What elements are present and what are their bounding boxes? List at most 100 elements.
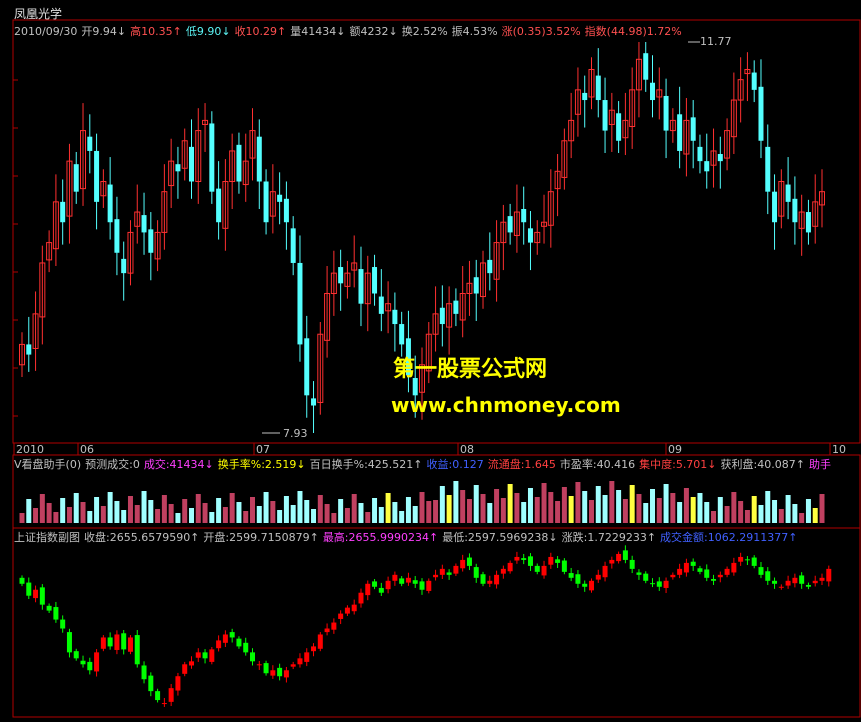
index-candle	[446, 572, 452, 575]
price-candle	[121, 258, 127, 274]
index-candle	[609, 559, 615, 564]
volume-bar	[751, 496, 757, 523]
volume-bar	[595, 486, 601, 523]
main-header-item: 量41434↓	[290, 25, 346, 38]
volume-bar	[616, 490, 622, 523]
volume-bar	[548, 492, 554, 523]
volume-header-item: 集中度:5.701↓	[639, 458, 717, 471]
index-candle	[819, 577, 825, 581]
volume-bar	[188, 508, 194, 523]
price-candle	[26, 344, 32, 355]
index-candle	[426, 580, 432, 591]
price-candle	[643, 53, 649, 80]
volume-bar	[405, 497, 411, 523]
price-candle	[805, 212, 811, 233]
index-candle	[351, 604, 357, 612]
volume-header-item: 获利盘:40.087↑	[720, 458, 805, 471]
low-price-label: 7.93	[283, 427, 308, 440]
index-candle	[731, 562, 737, 573]
index-candle	[324, 628, 330, 633]
price-candle	[677, 114, 683, 151]
index-candle	[575, 574, 581, 584]
volume-header-item: 预测成交:0	[85, 458, 140, 471]
x-axis-label: 2010	[16, 443, 44, 456]
volume-bar	[453, 481, 459, 523]
volume-bar	[161, 495, 167, 523]
volume-bar	[385, 493, 391, 523]
index-candles	[19, 545, 832, 707]
index-candle	[690, 561, 696, 566]
volume-bar	[460, 490, 466, 523]
volume-bar	[175, 513, 181, 523]
chart-window[interactable]: 2010 06 07 08 09 10 凤凰光学 2010/09/30 开9.94↓ 高10.…	[0, 0, 861, 718]
volume-bar	[799, 513, 805, 523]
volume-bar	[148, 500, 154, 523]
volume-bar	[60, 498, 66, 523]
price-candle	[372, 267, 378, 294]
volume-bar	[588, 500, 594, 523]
index-candle	[738, 556, 744, 562]
volume-bar	[534, 497, 540, 523]
price-candle	[582, 92, 588, 101]
index-candle	[209, 649, 215, 662]
price-candle	[527, 228, 533, 243]
index-candle	[534, 565, 540, 572]
price-candle	[765, 146, 771, 192]
index-candle	[582, 583, 588, 587]
index-candle	[466, 557, 472, 566]
volume-bar	[507, 484, 513, 523]
volume-bar	[412, 506, 418, 523]
index-header-item: 最高:2655.9990234↑	[322, 531, 439, 544]
index-candle	[216, 640, 222, 649]
price-candle	[439, 307, 445, 325]
price-candle	[290, 228, 296, 263]
x-axis-label: 10	[832, 443, 846, 456]
index-candle	[270, 670, 276, 676]
volume-bar	[805, 499, 811, 523]
volume-bar	[433, 500, 439, 523]
volume-header-item: 收益:0.127	[426, 458, 484, 471]
x-axis-label: 07	[256, 443, 270, 456]
index-candle	[46, 605, 52, 611]
index-candle	[317, 634, 323, 649]
index-candle	[283, 670, 289, 678]
price-candle	[188, 146, 194, 182]
index-header-item: 开盘:2599.7150879↑	[203, 531, 319, 544]
volume-bar	[677, 502, 683, 523]
index-candle	[419, 581, 425, 590]
price-candle	[236, 144, 242, 182]
volume-bar	[243, 511, 249, 523]
price-candle	[358, 269, 364, 304]
index-candle	[290, 664, 296, 667]
volume-bar	[358, 503, 364, 523]
volume-bar	[26, 499, 32, 523]
price-candle	[114, 219, 120, 253]
volume-bar	[372, 498, 378, 523]
index-candle	[148, 675, 154, 692]
price-candle	[717, 154, 723, 162]
high-price-label: 11.77	[700, 35, 732, 48]
price-candle	[399, 324, 405, 345]
price-candle	[107, 184, 113, 223]
index-candle	[358, 592, 364, 604]
volume-bar	[670, 493, 676, 523]
index-candle	[622, 550, 628, 560]
volume-bar	[66, 507, 72, 523]
main-header: 2010/09/30 开9.94↓ 高10.35↑ 低9.90↓ 收10.29↑ 量414…	[14, 25, 686, 38]
index-candle	[711, 579, 717, 581]
volume-bar	[216, 498, 222, 523]
price-candle	[277, 194, 283, 202]
index-candle	[480, 574, 486, 584]
index-panel-frame	[12, 527, 861, 718]
index-candle	[588, 580, 594, 591]
price-candle	[73, 164, 79, 192]
x-axis-label: 06	[80, 443, 94, 456]
volume-bar	[568, 496, 574, 523]
index-candle	[799, 575, 805, 584]
volume-bar	[439, 486, 445, 523]
volume-bar	[514, 493, 520, 523]
volume-bar	[487, 503, 493, 523]
index-candle	[195, 652, 201, 658]
index-candle	[792, 577, 798, 584]
volume-bar	[643, 503, 649, 523]
